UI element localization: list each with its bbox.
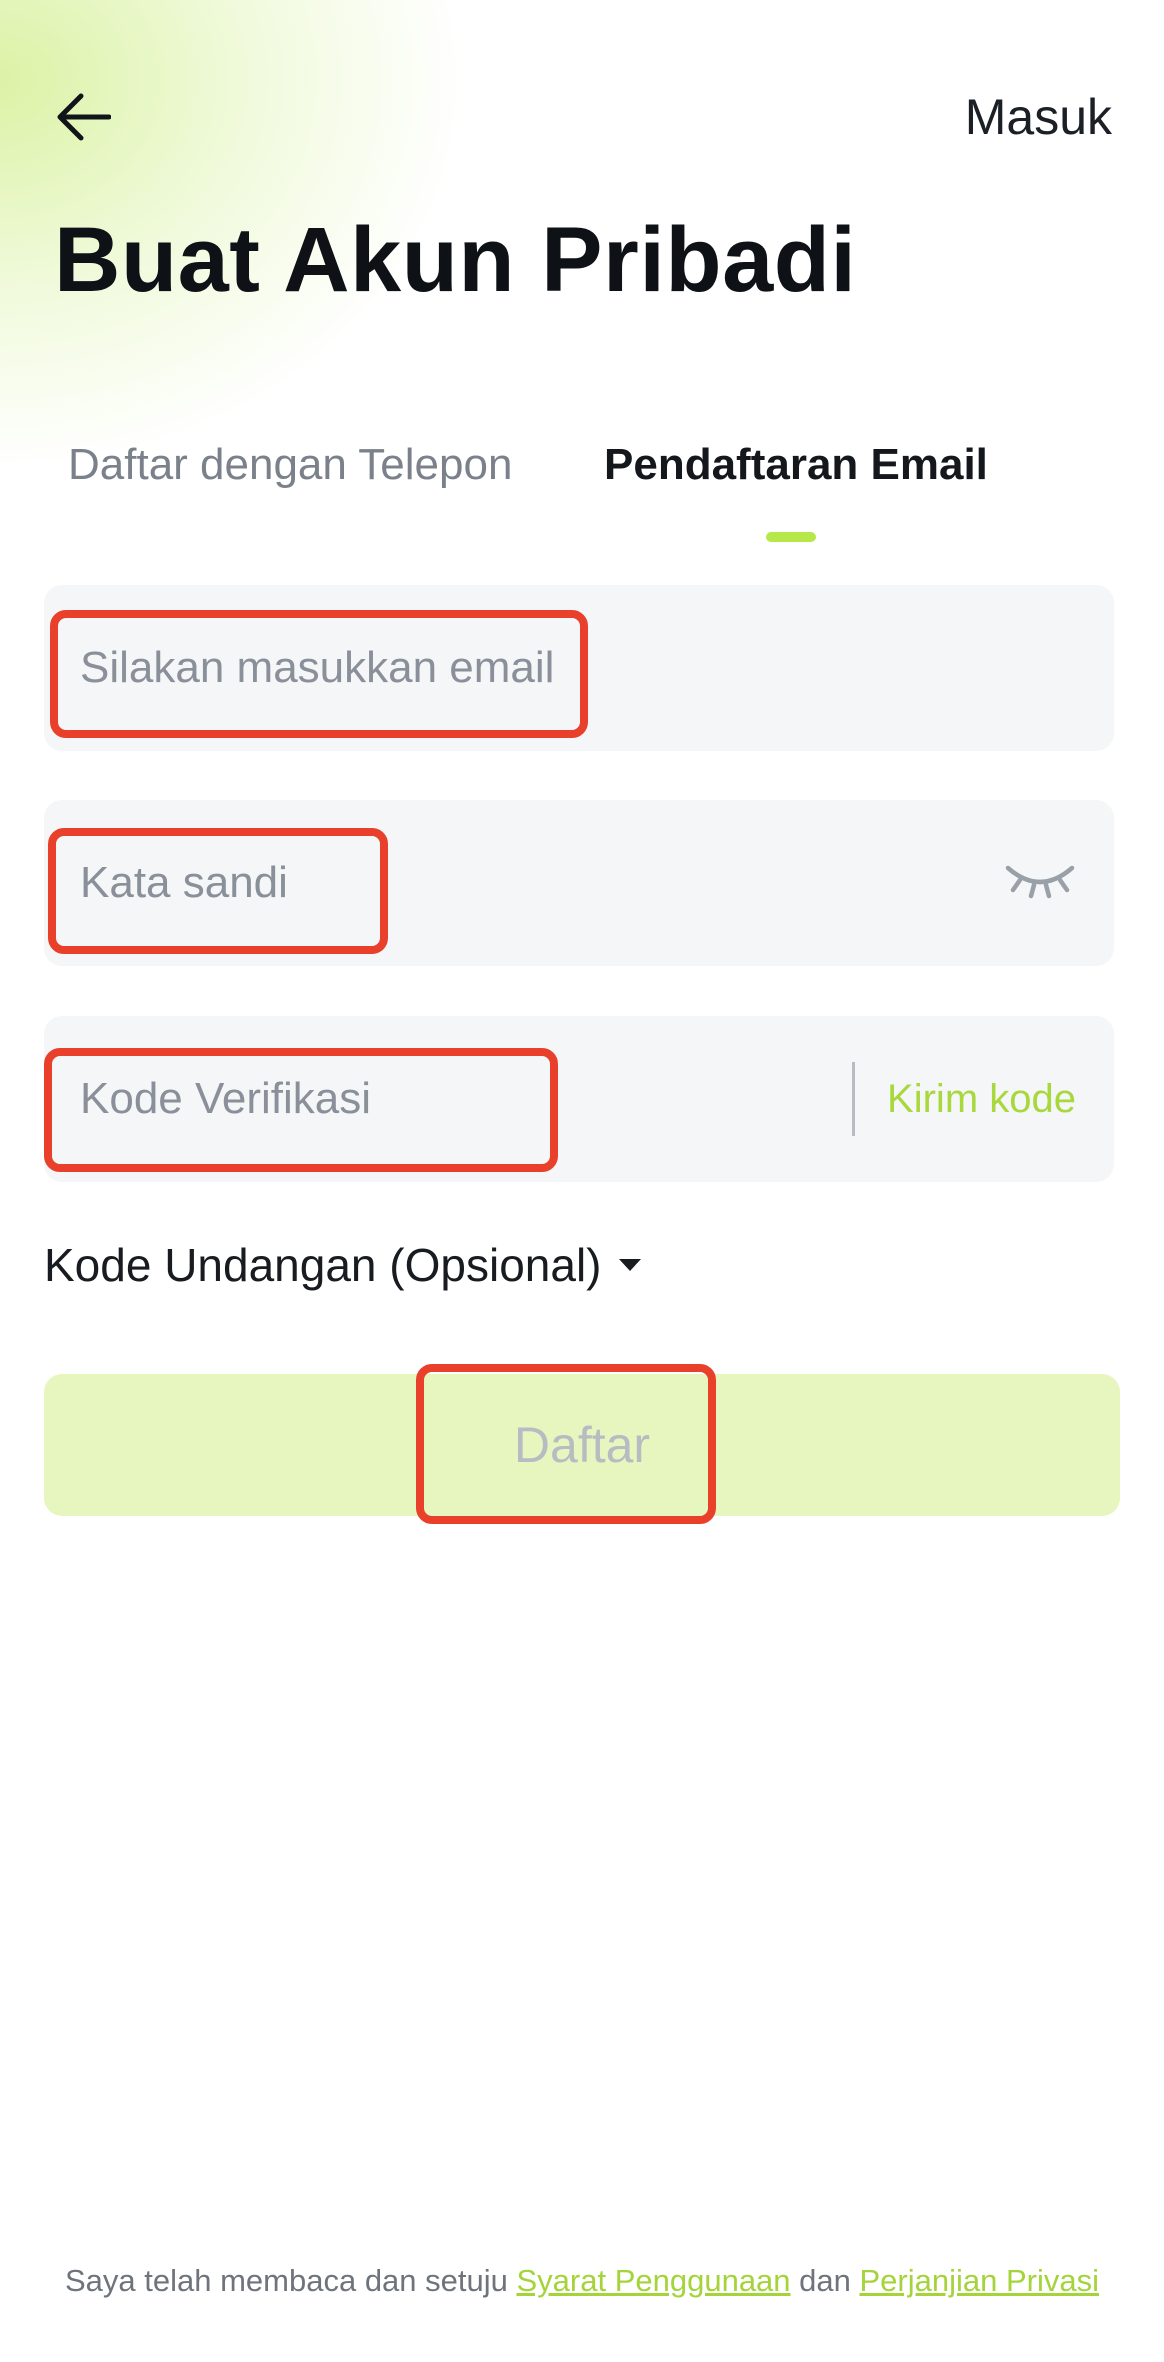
eye-closed-icon <box>1005 865 1075 899</box>
tab-email-registration[interactable]: Pendaftaran Email <box>604 440 988 490</box>
register-button[interactable]: Daftar <box>44 1364 1120 1524</box>
back-button[interactable] <box>48 82 118 152</box>
verification-code-placeholder: Kode Verifikasi <box>80 1074 372 1123</box>
send-code-button[interactable]: Kirim kode <box>887 1016 1076 1182</box>
registration-tabs: Daftar dengan Telepon Pendaftaran Email <box>0 440 1164 550</box>
page-title: Buat Akun Pribadi <box>54 209 857 311</box>
active-tab-indicator <box>766 532 816 542</box>
field-divider <box>852 1062 855 1136</box>
privacy-agreement-link[interactable]: Perjanjian Privasi <box>860 2263 1100 2298</box>
password-placeholder: Kata sandi <box>80 858 288 907</box>
terms-of-use-link[interactable]: Syarat Penggunaan <box>516 2263 790 2298</box>
email-placeholder: Silakan masukkan email <box>80 643 555 692</box>
password-visibility-toggle[interactable] <box>1004 858 1076 908</box>
invite-code-toggle[interactable]: Kode Undangan (Opsional) <box>44 1238 642 1292</box>
tab-phone-registration[interactable]: Daftar dengan Telepon <box>68 440 512 490</box>
password-field[interactable]: Kata sandi <box>44 800 1114 966</box>
arrow-left-icon <box>57 93 111 141</box>
terms-agreement: Saya telah membaca dan setuju Syarat Pen… <box>60 2262 1104 2300</box>
register-button-label: Daftar <box>513 1417 651 1473</box>
login-link[interactable]: Masuk <box>965 88 1112 146</box>
invite-code-label: Kode Undangan (Opsional) <box>44 1239 602 1291</box>
terms-middle: dan <box>790 2263 860 2298</box>
terms-prefix: Saya telah membaca dan setuju <box>64 2263 517 2298</box>
verification-code-field[interactable]: Kode Verifikasi Kirim kode <box>44 1016 1114 1182</box>
caret-down-icon <box>619 1259 642 1271</box>
email-field[interactable]: Silakan masukkan email <box>44 585 1114 751</box>
